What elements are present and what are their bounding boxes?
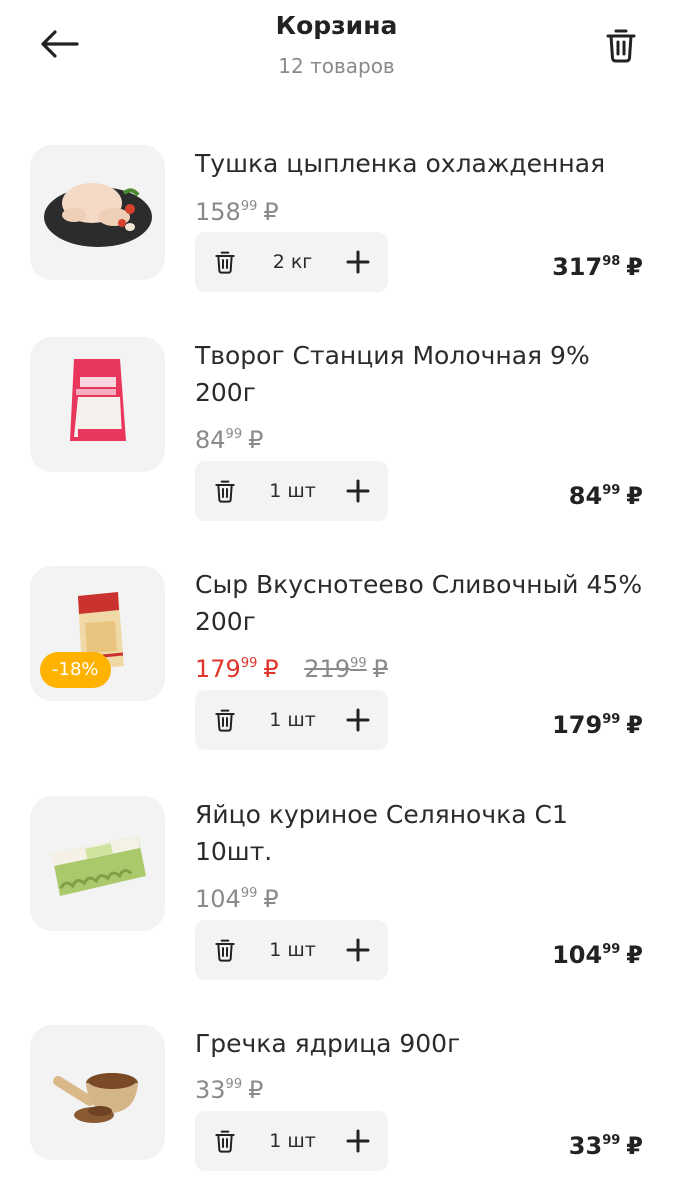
plus-icon (346, 1129, 370, 1153)
unit-price: 15899 ₽ (195, 198, 279, 226)
product-name: Гречка ядрица 900г (195, 1029, 461, 1058)
plus-icon (346, 938, 370, 962)
price-value: 15899 (195, 198, 258, 226)
product-image-eggs[interactable] (30, 796, 165, 931)
price-value: 8499 (195, 426, 243, 454)
quantity-value: 2 кг (272, 251, 313, 273)
sale-price-value: 17999 ₽ (195, 655, 279, 683)
quantity-value: 1 шт (269, 1130, 316, 1152)
line-total: 17999 ₽ (552, 711, 643, 739)
increase-quantity-button[interactable] (338, 471, 378, 511)
trash-icon (606, 29, 636, 63)
increase-quantity-button[interactable] (338, 930, 378, 970)
buckwheat-bowl-image (53, 1073, 138, 1123)
quantity-value: 1 шт (269, 480, 316, 502)
unit-price: 10499 ₽ (195, 885, 279, 913)
product-image-cheese[interactable]: -18% (30, 566, 165, 701)
plus-icon (346, 479, 370, 503)
line-total: 8499 ₽ (568, 482, 643, 510)
unit-price: 3399 ₽ (195, 1076, 264, 1104)
increase-quantity-button[interactable] (338, 242, 378, 282)
product-name: Творог Станция Молочная 9% 200г (195, 341, 590, 407)
line-total: 10499 ₽ (552, 941, 643, 969)
remove-item-button[interactable] (205, 471, 245, 511)
product-name: Яйцо куриное Селяночка С1 10шт. (195, 800, 568, 866)
unit-price: 8499 ₽ (195, 426, 264, 454)
increase-quantity-button[interactable] (338, 1121, 378, 1161)
product-name: Тушка цыпленка охлажденная (195, 149, 606, 178)
line-total: 31798 ₽ (552, 253, 643, 281)
quantity-stepper: 1 шт (195, 690, 388, 750)
clear-cart-button[interactable] (598, 22, 644, 68)
remove-item-button[interactable] (205, 1121, 245, 1161)
quantity-stepper: 1 шт (195, 920, 388, 980)
trash-icon (215, 709, 235, 732)
trash-icon (215, 939, 235, 962)
quantity-stepper: 2 кг (195, 232, 388, 292)
items-count: 12 товаров (278, 54, 395, 78)
increase-quantity-button[interactable] (338, 700, 378, 740)
product-name: Сыр Вкуснотеево Сливочный 45% 200г (195, 570, 643, 636)
quantity-value: 1 шт (269, 709, 316, 731)
quantity-stepper: 1 шт (195, 1111, 388, 1171)
page-title: Корзина (275, 11, 398, 40)
price-value: 3399 (195, 1076, 243, 1104)
trash-icon (215, 251, 235, 274)
quantity-stepper: 1 шт (195, 461, 388, 521)
remove-item-button[interactable] (205, 700, 245, 740)
remove-item-button[interactable] (205, 930, 245, 970)
quantity-value: 1 шт (269, 939, 316, 961)
trash-icon (215, 1130, 235, 1153)
egg-carton-image (52, 836, 146, 896)
plus-icon (346, 250, 370, 274)
old-price-value: 21999 ₽ (304, 655, 388, 683)
line-total: 3399 ₽ (568, 1132, 643, 1160)
title-block: Корзина 12 товаров (0, 10, 673, 80)
cart-header: Корзина 12 товаров (0, 0, 673, 110)
unit-price: 17999 ₽ 21999 ₽ (195, 647, 388, 683)
product-image-cottage-cheese[interactable] (30, 337, 165, 472)
trash-icon (215, 480, 235, 503)
product-image-buckwheat[interactable] (30, 1025, 165, 1160)
discount-badge: -18% (40, 652, 111, 688)
price-value: 10499 (195, 885, 258, 913)
chicken-image (44, 183, 152, 247)
remove-item-button[interactable] (205, 242, 245, 282)
plus-icon (346, 708, 370, 732)
cottage-cheese-pack-image (70, 359, 126, 441)
product-image-chicken[interactable] (30, 145, 165, 280)
